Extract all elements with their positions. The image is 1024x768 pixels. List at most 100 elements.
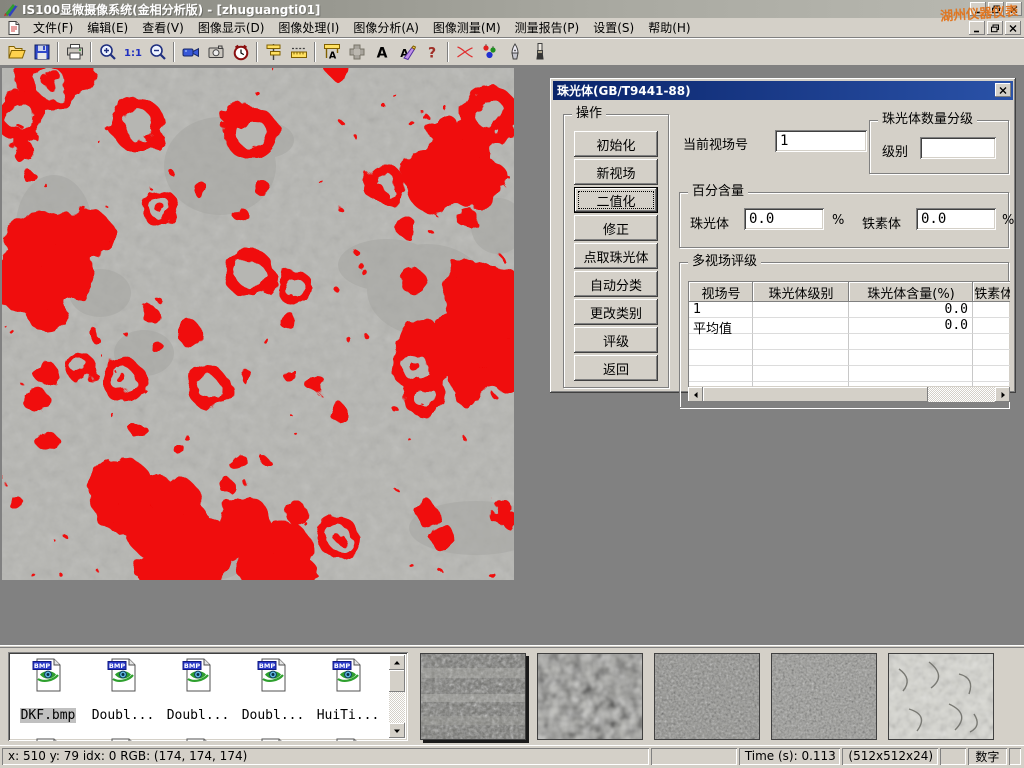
table-cell [973, 334, 1010, 350]
ruler-icon[interactable] [286, 40, 311, 64]
op-button-5[interactable]: 点取珠光体 [574, 243, 658, 269]
text-icon[interactable]: A [369, 40, 394, 64]
menu-item-10[interactable]: 帮助(H) [641, 17, 697, 38]
thumbnail-image[interactable] [888, 653, 994, 740]
file-name: Doubl... [241, 708, 306, 723]
window-title: IS100显微摄像系统(金相分析版) - [zhuguangti01] [22, 1, 320, 18]
close-button[interactable] [1006, 2, 1022, 16]
print-icon[interactable] [62, 40, 87, 64]
color-balls-icon[interactable] [477, 40, 502, 64]
file-item[interactable]: BMPDKF.bmp [11, 655, 85, 723]
menu-item-6[interactable]: 图像分析(A) [346, 17, 426, 38]
ferrite-label: 铁素体 [862, 213, 901, 232]
table-cell: 0.0 [849, 318, 973, 334]
thumbnail-image[interactable] [771, 653, 877, 740]
camera-icon[interactable] [203, 40, 228, 64]
level-label: 级别 [882, 141, 908, 160]
op-button-6[interactable]: 自动分类 [574, 271, 658, 297]
svg-text:1:1: 1:1 [124, 48, 142, 59]
video-camera-icon[interactable] [178, 40, 203, 64]
table-header-2[interactable]: 珠光体级别 [753, 282, 849, 302]
caliper-icon[interactable] [261, 40, 286, 64]
status-position: x: 510 y: 79 idx: 0 RGB: (174, 174, 174) [2, 748, 649, 765]
menu-item-5[interactable]: 图像处理(I) [271, 17, 346, 38]
menu-item-2[interactable]: 编辑(E) [80, 17, 135, 38]
save-icon[interactable] [29, 40, 54, 64]
help-icon[interactable]: ? [419, 40, 444, 64]
thumbnail-image[interactable] [537, 653, 643, 740]
zoom-in-icon[interactable] [95, 40, 120, 64]
metallographic-image[interactable] [2, 68, 514, 580]
scroll-down-icon[interactable] [389, 723, 405, 738]
table-row[interactable]: 平均值0.0 [689, 318, 1010, 334]
status-bar: x: 510 y: 79 idx: 0 RGB: (174, 174, 174)… [0, 745, 1024, 768]
file-item[interactable]: BMP [311, 735, 385, 741]
ferrite-percent-input[interactable]: 0.0 [916, 208, 996, 230]
table-row[interactable] [689, 366, 1010, 382]
dialog-titlebar[interactable]: 珠光体(GB/T9441-88) [553, 81, 1013, 100]
op-button-4[interactable]: 修正 [574, 215, 658, 241]
table-header-3[interactable]: 珠光体含量(%) [849, 282, 973, 302]
multifield-table[interactable]: 视场号珠光体级别珠光体含量(%)铁素体含量(%)10.0平均值0.0 [688, 281, 1010, 387]
op-button-3[interactable]: 二值化 [574, 187, 658, 213]
document-icon[interactable] [6, 20, 22, 36]
scroll-left-icon[interactable] [688, 387, 703, 402]
dialog-close-button[interactable] [995, 83, 1011, 97]
op-button-8[interactable]: 评级 [574, 327, 658, 353]
file-item[interactable]: BMPDoubl... [236, 655, 310, 723]
pen-icon[interactable] [502, 40, 527, 64]
file-item[interactable]: BMP [236, 735, 310, 741]
thumbnail-image[interactable] [420, 653, 526, 740]
table-hscrollbar[interactable] [688, 387, 1010, 402]
file-list-scrollbar[interactable] [389, 655, 405, 738]
file-item[interactable]: BMPDoubl... [161, 655, 235, 723]
table-header-1[interactable]: 视场号 [689, 282, 753, 302]
op-button-9[interactable]: 返回 [574, 355, 658, 381]
level-input[interactable] [920, 137, 996, 159]
table-cell [753, 350, 849, 366]
vscroll-thumb[interactable] [389, 670, 405, 692]
table-row[interactable] [689, 350, 1010, 366]
pattern-icon[interactable] [344, 40, 369, 64]
minimize-button[interactable] [970, 2, 986, 16]
op-button-2[interactable]: 新视场 [574, 159, 658, 185]
zoom-actual-icon[interactable]: 1:1 [120, 40, 145, 64]
curve-cut-icon[interactable] [452, 40, 477, 64]
menu-item-4[interactable]: 图像显示(D) [191, 17, 272, 38]
scroll-right-icon[interactable] [995, 387, 1010, 402]
pearlite-label: 珠光体 [690, 213, 729, 232]
menu-item-7[interactable]: 图像测量(M) [426, 17, 508, 38]
caliper-text-icon[interactable]: A [319, 40, 344, 64]
brush-icon[interactable] [527, 40, 552, 64]
restore-button[interactable] [988, 2, 1004, 16]
grading-group-label: 珠光体数量分级 [878, 112, 977, 128]
current-field-input[interactable]: 1 [775, 130, 867, 152]
mdi-minimize-button[interactable] [969, 21, 985, 35]
menu-item-1[interactable]: 文件(F) [26, 17, 80, 38]
file-item[interactable]: BMP [11, 735, 85, 741]
menu-item-9[interactable]: 设置(S) [586, 17, 641, 38]
mdi-restore-button[interactable] [987, 21, 1003, 35]
op-button-1[interactable]: 初始化 [574, 131, 658, 157]
hscroll-thumb[interactable] [703, 387, 928, 402]
menu-item-3[interactable]: 查看(V) [135, 17, 191, 38]
file-item[interactable]: BMPDoubl... [86, 655, 160, 723]
file-item[interactable]: BMP [86, 735, 160, 741]
table-header-4[interactable]: 铁素体含量(%) [973, 282, 1010, 302]
open-icon[interactable] [4, 40, 29, 64]
table-row[interactable] [689, 334, 1010, 350]
menu-item-8[interactable]: 测量报告(P) [508, 17, 587, 38]
table-row[interactable]: 10.0 [689, 302, 1010, 318]
mdi-close-button[interactable] [1005, 21, 1021, 35]
scroll-up-icon[interactable] [389, 655, 405, 670]
file-item[interactable]: BMP [161, 735, 235, 741]
zoom-out-icon[interactable] [145, 40, 170, 64]
thumbnail-image[interactable] [654, 653, 760, 740]
annotate-icon[interactable]: A [394, 40, 419, 64]
clock-icon[interactable] [228, 40, 253, 64]
file-name: Doubl... [91, 708, 156, 723]
pearlite-percent-input[interactable]: 0.0 [744, 208, 824, 230]
op-button-7[interactable]: 更改类别 [574, 299, 658, 325]
file-list[interactable]: BMPDKF.bmpBMPDoubl...BMPDoubl...BMPDoubl… [8, 652, 408, 741]
file-item[interactable]: BMPHuiTi... [311, 655, 385, 723]
